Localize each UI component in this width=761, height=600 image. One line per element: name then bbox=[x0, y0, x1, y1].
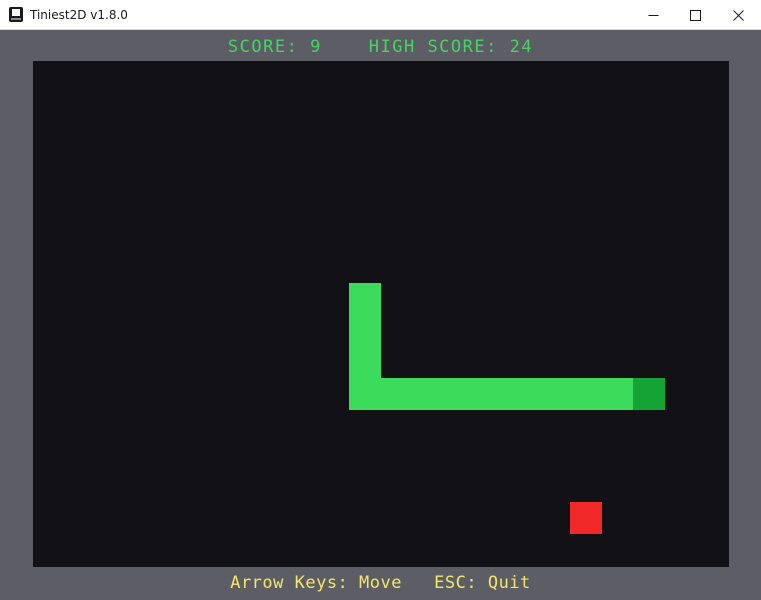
snake-segment bbox=[349, 315, 381, 347]
snake-segment bbox=[349, 283, 381, 315]
window-title: Tiniest2D v1.8.0 bbox=[30, 8, 128, 22]
snake-segment bbox=[602, 378, 634, 410]
snake-segment bbox=[349, 378, 381, 410]
high-score-label: HIGH SCORE: bbox=[368, 37, 498, 57]
snake-segment bbox=[507, 378, 539, 410]
controls-hint: Arrow Keys: Move ESC: Quit bbox=[230, 573, 531, 593]
snake-segment bbox=[539, 378, 571, 410]
snake-segment bbox=[349, 346, 381, 378]
minimize-icon bbox=[648, 14, 658, 16]
high-score-value: 24 bbox=[509, 37, 534, 57]
snake-segment bbox=[475, 378, 507, 410]
maximize-button[interactable] bbox=[672, 0, 718, 30]
close-icon bbox=[732, 9, 744, 21]
snake-segment bbox=[381, 378, 413, 410]
snake-segment bbox=[444, 378, 476, 410]
snake-segment bbox=[412, 378, 444, 410]
app-logo-icon bbox=[9, 7, 23, 22]
score-label: SCORE: bbox=[227, 37, 299, 57]
game-arena[interactable] bbox=[33, 61, 729, 567]
snake-head bbox=[633, 378, 665, 410]
snake-segment bbox=[570, 378, 602, 410]
close-button[interactable] bbox=[715, 0, 761, 30]
title-bar[interactable]: Tiniest2D v1.8.0 bbox=[0, 0, 761, 30]
score-hud: SCORE: 9 HIGH SCORE: 24 bbox=[0, 36, 761, 58]
food-apple bbox=[570, 502, 602, 534]
maximize-icon bbox=[689, 9, 701, 21]
minimize-button[interactable] bbox=[630, 0, 676, 30]
score-value: 9 bbox=[310, 37, 322, 57]
